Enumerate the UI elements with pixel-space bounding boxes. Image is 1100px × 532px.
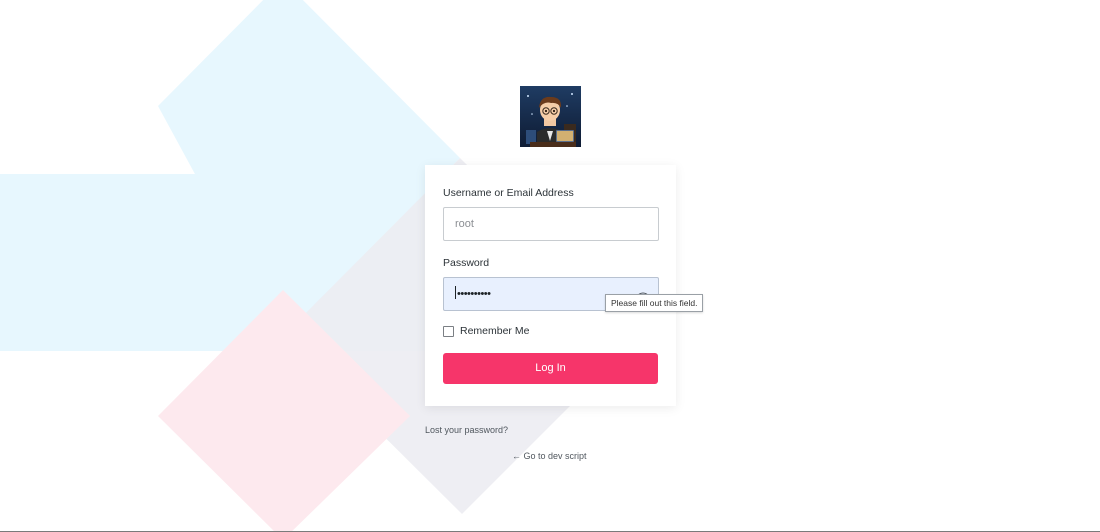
lost-password-link[interactable]: Lost your password? [425,425,508,435]
password-value: •••••••••• [457,288,491,300]
avatar-icon [520,86,581,147]
remember-me-checkbox[interactable] [443,326,454,337]
remember-me-label[interactable]: Remember Me [460,325,529,337]
username-label: Username or Email Address [443,187,574,199]
login-page: Username or Email Address root Password … [0,0,1100,532]
text-caret [455,286,456,299]
password-label: Password [443,257,490,269]
login-button[interactable]: Log In [443,353,658,384]
username-input[interactable]: root [443,207,659,241]
validation-tooltip: Please fill out this field. [605,294,704,312]
back-to-site-link[interactable]: ← Go to dev script [512,451,587,461]
site-logo[interactable] [520,86,581,147]
